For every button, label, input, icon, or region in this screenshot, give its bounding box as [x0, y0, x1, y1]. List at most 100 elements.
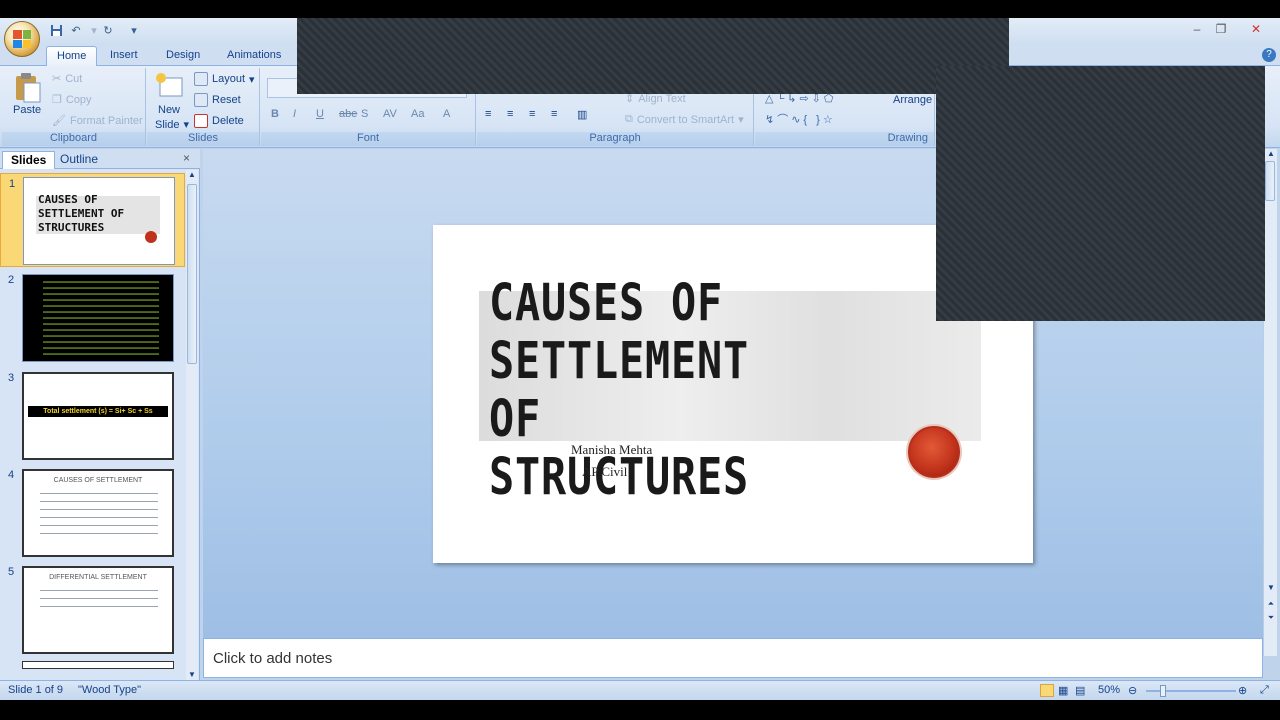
slide-sorter-icon[interactable]: ▦ [1058, 684, 1068, 697]
slides-group-label: Slides [147, 132, 259, 146]
scroll-down-icon[interactable]: ▼ [187, 670, 197, 680]
layout-button[interactable]: Layout ▾ [194, 72, 255, 86]
close-window-icon[interactable]: ✕ [1242, 20, 1270, 38]
change-case-button[interactable]: Aa [411, 108, 424, 120]
underline-button[interactable]: U [316, 108, 324, 120]
format-painter-button[interactable]: 🖌 Format Painter [52, 114, 143, 128]
scroll-up-icon[interactable]: ▲ [1266, 149, 1276, 158]
scroll-down-icon[interactable]: ▼ [1266, 583, 1276, 592]
new-slide-icon[interactable] [155, 72, 185, 104]
save-icon[interactable] [48, 22, 64, 38]
author-name[interactable]: Manisha Mehta [571, 442, 652, 458]
slide-number: 1 [9, 178, 16, 190]
main-scrollbar[interactable]: ▲ ▼ ⏶ ⏷ [1263, 149, 1277, 656]
cut-button[interactable]: ✂ Cut [52, 72, 82, 86]
zoom-level[interactable]: 50% [1098, 684, 1120, 696]
slide-thumbnail-image: DIFFERENTIAL SETTLEMENT [22, 566, 174, 654]
copy-icon: ❐ [52, 94, 62, 106]
tab-animations[interactable]: Animations [217, 46, 291, 66]
thumb-title: CAUSES OF SETTLEMENT [53, 477, 143, 484]
reset-button[interactable]: Reset [194, 93, 241, 107]
slide-title[interactable]: CAUSES OF SETTLEMENT OF STRUCTURES [489, 275, 817, 507]
office-button[interactable] [4, 21, 40, 57]
previous-slide-icon[interactable]: ⏶ [1266, 599, 1276, 609]
arrange-button[interactable]: Arrange [893, 94, 932, 106]
thumb-text-lines [43, 279, 159, 357]
slide-number: 2 [8, 274, 15, 286]
zoom-out-icon[interactable]: ⊖ [1128, 684, 1137, 697]
title-line-3: STRUCTURES [489, 448, 749, 507]
slide-thumbnail-2[interactable]: 2 [0, 270, 185, 364]
delete-icon [194, 114, 208, 128]
scroll-thumb[interactable] [187, 184, 197, 364]
paragraph-group-label: Paragraph [477, 132, 753, 146]
bold-button[interactable]: B [271, 108, 279, 120]
slide-thumbnail-image: Total settlement (s) = Si+ Sc + Ss [22, 372, 174, 460]
font-group-label: Font [261, 132, 475, 146]
copy-button[interactable]: ❐ Copy [52, 93, 92, 107]
status-bar: Slide 1 of 9 "Wood Type" ▦ ▤ 50% ⊖ ⊕ ⤢ [0, 680, 1280, 700]
convert-smartart-label: Convert to SmartArt [636, 113, 735, 126]
char-spacing-button[interactable]: AV [383, 108, 397, 120]
columns-button[interactable]: ▥ [577, 108, 587, 121]
align-text-label: Align Text [638, 92, 686, 105]
undo-icon[interactable]: ↶ [68, 22, 84, 38]
slide-thumbnail-6-partial[interactable] [22, 661, 174, 669]
fit-to-window-icon[interactable]: ⤢ [1260, 684, 1269, 697]
justify-button[interactable]: ≡ [551, 108, 557, 120]
close-pane-icon[interactable]: × [183, 151, 190, 165]
dark-overlay-right [936, 66, 1265, 321]
author-position[interactable]: AP Civil [582, 464, 627, 480]
font-color-button[interactable]: A [443, 108, 450, 120]
notes-pane[interactable]: Click to add notes [203, 638, 1263, 678]
seal-icon [145, 231, 157, 243]
slide-thumbnail-3[interactable]: 3 Total settlement (s) = Si+ Sc + Ss [0, 368, 185, 462]
slide-thumbnail-5[interactable]: 5 DIFFERENTIAL SETTLEMENT [0, 562, 185, 656]
slide-thumbnail-1[interactable]: 1 CAUSES OF SETTLEMENT OF STRUCTURES [0, 173, 185, 267]
chevron-down-icon: ▾ [183, 119, 189, 131]
chevron-down-icon: ▾ [738, 114, 744, 126]
new-slide-label-2[interactable]: Slide ▾ [155, 118, 189, 132]
align-right-button[interactable]: ≡ [529, 108, 535, 120]
tab-design[interactable]: Design [156, 46, 210, 66]
convert-smartart-button[interactable]: ⧉ Convert to SmartArt ▾ [625, 113, 744, 126]
strikethrough-button[interactable]: abe [339, 108, 357, 120]
italic-button[interactable]: I [293, 108, 296, 120]
shadow-button[interactable]: S [361, 108, 368, 120]
next-slide-icon[interactable]: ⏷ [1266, 613, 1276, 623]
delete-button[interactable]: Delete [194, 114, 244, 128]
pane-tabs: Slides Outline × [0, 149, 200, 169]
paste-icon[interactable] [12, 72, 42, 104]
thumb-equation: Total settlement (s) = Si+ Sc + Ss [28, 406, 168, 417]
shapes-gallery-row2[interactable]: ↯⌒∿{ }☆ [765, 111, 836, 127]
new-slide-label-1[interactable]: New [158, 104, 180, 116]
scroll-up-icon[interactable]: ▲ [187, 170, 197, 180]
copy-label: Copy [65, 93, 92, 106]
slideshow-icon[interactable]: ▤ [1075, 684, 1085, 697]
paste-button[interactable]: Paste [13, 104, 41, 116]
thumb-bullets [40, 489, 158, 535]
tab-home[interactable]: Home [46, 46, 98, 66]
outline-label: Outline [60, 152, 99, 166]
smartart-icon: ⧉ [625, 113, 633, 125]
normal-view-icon[interactable] [1040, 684, 1054, 697]
thumb-title: CAUSES OF SETTLEMENT OF STRUCTURES [38, 193, 125, 234]
slide-thumbnail-image [22, 274, 174, 362]
dark-overlay-top [297, 18, 1009, 94]
restore-icon[interactable]: ❐ [1207, 20, 1235, 38]
slide-thumbnail-4[interactable]: 4 CAUSES OF SETTLEMENT [0, 465, 185, 559]
tab-insert[interactable]: Insert [100, 46, 148, 66]
slide-thumbnail-image: CAUSES OF SETTLEMENT OF STRUCTURES [23, 177, 175, 265]
help-icon[interactable]: ? [1262, 48, 1276, 62]
customize-qat-icon[interactable]: ▾ [126, 22, 142, 38]
zoom-slider-thumb[interactable] [1160, 685, 1166, 697]
redo-icon[interactable]: ↻ [100, 22, 116, 38]
align-center-button[interactable]: ≡ [507, 108, 513, 120]
brush-icon: 🖌 [52, 115, 66, 127]
tab-outline[interactable]: Outline [52, 151, 106, 169]
zoom-in-icon[interactable]: ⊕ [1238, 684, 1247, 697]
tab-slides[interactable]: Slides [2, 151, 56, 169]
scroll-thumb[interactable] [1265, 161, 1275, 201]
slides-pane-scrollbar[interactable]: ▲ ▼ [186, 170, 198, 682]
align-left-button[interactable]: ≡ [485, 108, 491, 120]
